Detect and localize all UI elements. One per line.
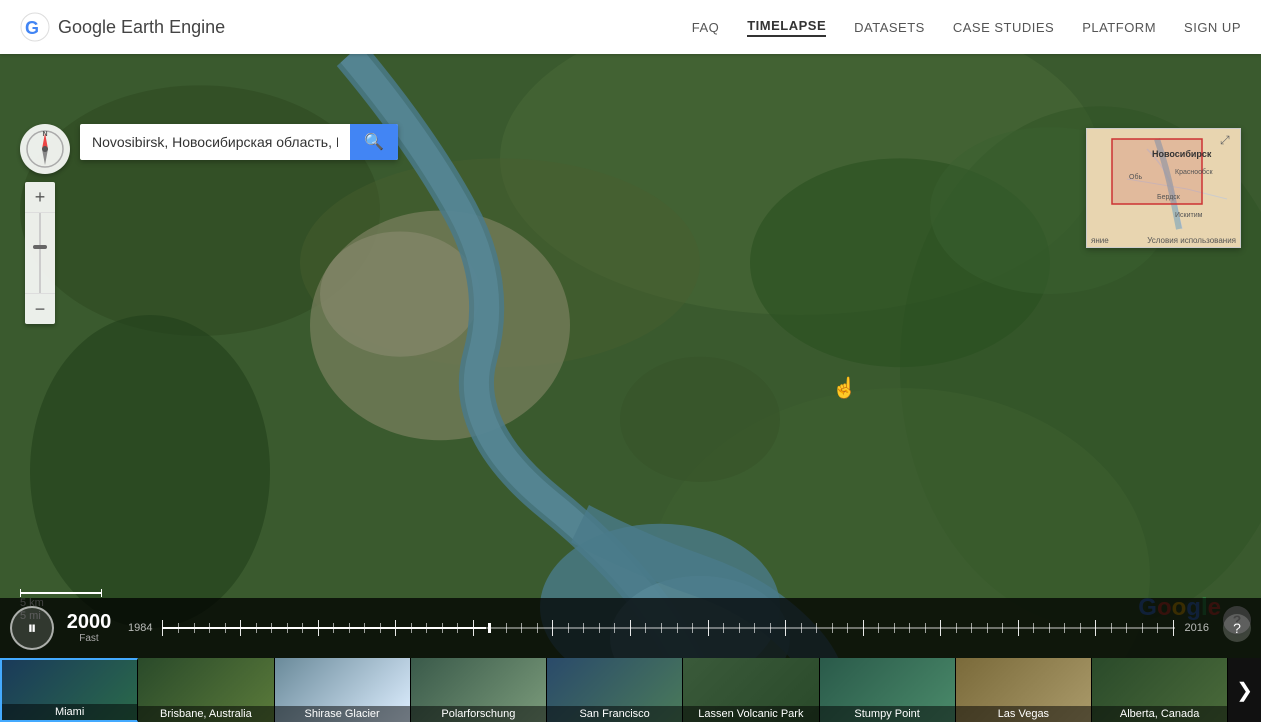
svg-text:G: G [25, 18, 39, 38]
timeline-end-year: 2016 [1185, 622, 1209, 634]
thumbnail-polarforschung[interactable]: Polarforschung [411, 658, 547, 722]
mini-map[interactable]: Новосибирск Обь Краснообск Бердск Искити… [1086, 128, 1241, 248]
thumbnail-label: Alberta, Canada [1092, 706, 1227, 722]
thumbnail-stumpy-point[interactable]: Stumpy Point [820, 658, 956, 722]
search-icon: 🔍 [364, 132, 384, 152]
pause-icon: ⏸ [28, 618, 37, 639]
mini-map-terms[interactable]: Условия использования [1147, 236, 1236, 245]
nav-faq[interactable]: FAQ [692, 20, 720, 35]
zoom-slider-track[interactable] [39, 213, 41, 293]
thumbnail-san-francisco[interactable]: San Francisco [547, 658, 683, 722]
timeline: ⏸ 2000 Fast 1984 2016 ? [0, 598, 1261, 658]
year-number: 2000 [67, 612, 112, 632]
timeline-track[interactable] [162, 608, 1174, 648]
thumbnail-label: Las Vegas [956, 706, 1091, 722]
thumbnail-label: Stumpy Point [820, 706, 955, 722]
thumbnails-strip: MiamiBrisbane, AustraliaShirase GlacierP… [0, 658, 1261, 722]
main-nav: FAQ TIMELAPSE DATASETS CASE STUDIES PLAT… [692, 18, 1241, 37]
header: G Google Earth Engine FAQ TIMELAPSE DATA… [0, 0, 1261, 54]
timeline-help-button[interactable]: ? [1223, 614, 1251, 642]
play-pause-button[interactable]: ⏸ [10, 606, 54, 650]
thumbnail-label: Shirase Glacier [275, 706, 410, 722]
thumbnail-label: San Francisco [547, 706, 682, 722]
thumbnail-las-vegas[interactable]: Las Vegas [956, 658, 1092, 722]
search-bar: Novosibirsk, Новосибирская область, Ро 🔍 [80, 124, 398, 160]
svg-text:Искитим: Искитим [1175, 212, 1203, 219]
google-g-icon: G [20, 12, 50, 42]
svg-text:Новосибирск: Новосибирск [1152, 149, 1212, 159]
timeline-start-year: 1984 [128, 622, 152, 634]
thumbnail-shirase-glacier[interactable]: Shirase Glacier [275, 658, 411, 722]
svg-text:Бердск: Бердск [1157, 194, 1181, 201]
nav-timelapse[interactable]: TIMELAPSE [747, 18, 826, 37]
thumbnail-alberta,-canada[interactable]: Alberta, Canada [1092, 658, 1228, 722]
search-button[interactable]: 🔍 [350, 124, 398, 160]
timeline-ticks [162, 627, 1174, 629]
timeline-line[interactable] [162, 627, 1174, 629]
nav-case-studies[interactable]: CASE STUDIES [953, 20, 1054, 35]
logo: G Google Earth Engine [20, 12, 225, 42]
svg-text:Краснообск: Краснообск [1175, 168, 1213, 176]
zoom-in-icon: + [35, 187, 46, 208]
search-input[interactable]: Novosibirsk, Новосибирская область, Ро [80, 126, 350, 158]
zoom-in-button[interactable]: + [25, 182, 55, 212]
speed-label: Fast [79, 633, 98, 644]
map-area[interactable]: ☝ Novosibirsk, Новосибирская область, Ро… [0, 54, 1261, 722]
svg-text:N: N [42, 131, 47, 138]
thumbnail-label: Lassen Volcanic Park [683, 706, 818, 722]
compass-icon: N [25, 129, 65, 169]
logo-text: Google Earth Engine [58, 17, 225, 38]
nav-signup[interactable]: SIGN UP [1184, 20, 1241, 35]
mini-map-svg: Новосибирск Обь Краснообск Бердск Искити… [1087, 129, 1241, 248]
thumbnail-lassen-volcanic-park[interactable]: Lassen Volcanic Park [683, 658, 819, 722]
zoom-out-icon: − [35, 299, 46, 320]
thumbnail-brisbane,-australia[interactable]: Brisbane, Australia [138, 658, 274, 722]
year-display: 2000 Fast [64, 612, 114, 644]
zoom-slider-thumb[interactable] [33, 245, 47, 249]
thumbnail-label: Polarforschung [411, 706, 546, 722]
nav-platform[interactable]: PLATFORM [1082, 20, 1156, 35]
nav-datasets[interactable]: DATASETS [854, 20, 925, 35]
mini-map-prefix: яние [1091, 236, 1109, 245]
thumbnail-label: Brisbane, Australia [138, 706, 273, 722]
scale-bar [20, 589, 102, 597]
compass[interactable]: N [20, 124, 70, 174]
zoom-controls: + − [25, 182, 55, 324]
zoom-out-button[interactable]: − [25, 294, 55, 324]
thumbnail-label: Miami [2, 704, 137, 720]
svg-text:Обь: Обь [1129, 173, 1142, 181]
mini-map-expand-button[interactable]: ⤢ [1220, 133, 1236, 149]
thumbnails-next-arrow[interactable]: ❯ [1228, 658, 1261, 722]
thumbnail-miami[interactable]: Miami [0, 658, 138, 722]
